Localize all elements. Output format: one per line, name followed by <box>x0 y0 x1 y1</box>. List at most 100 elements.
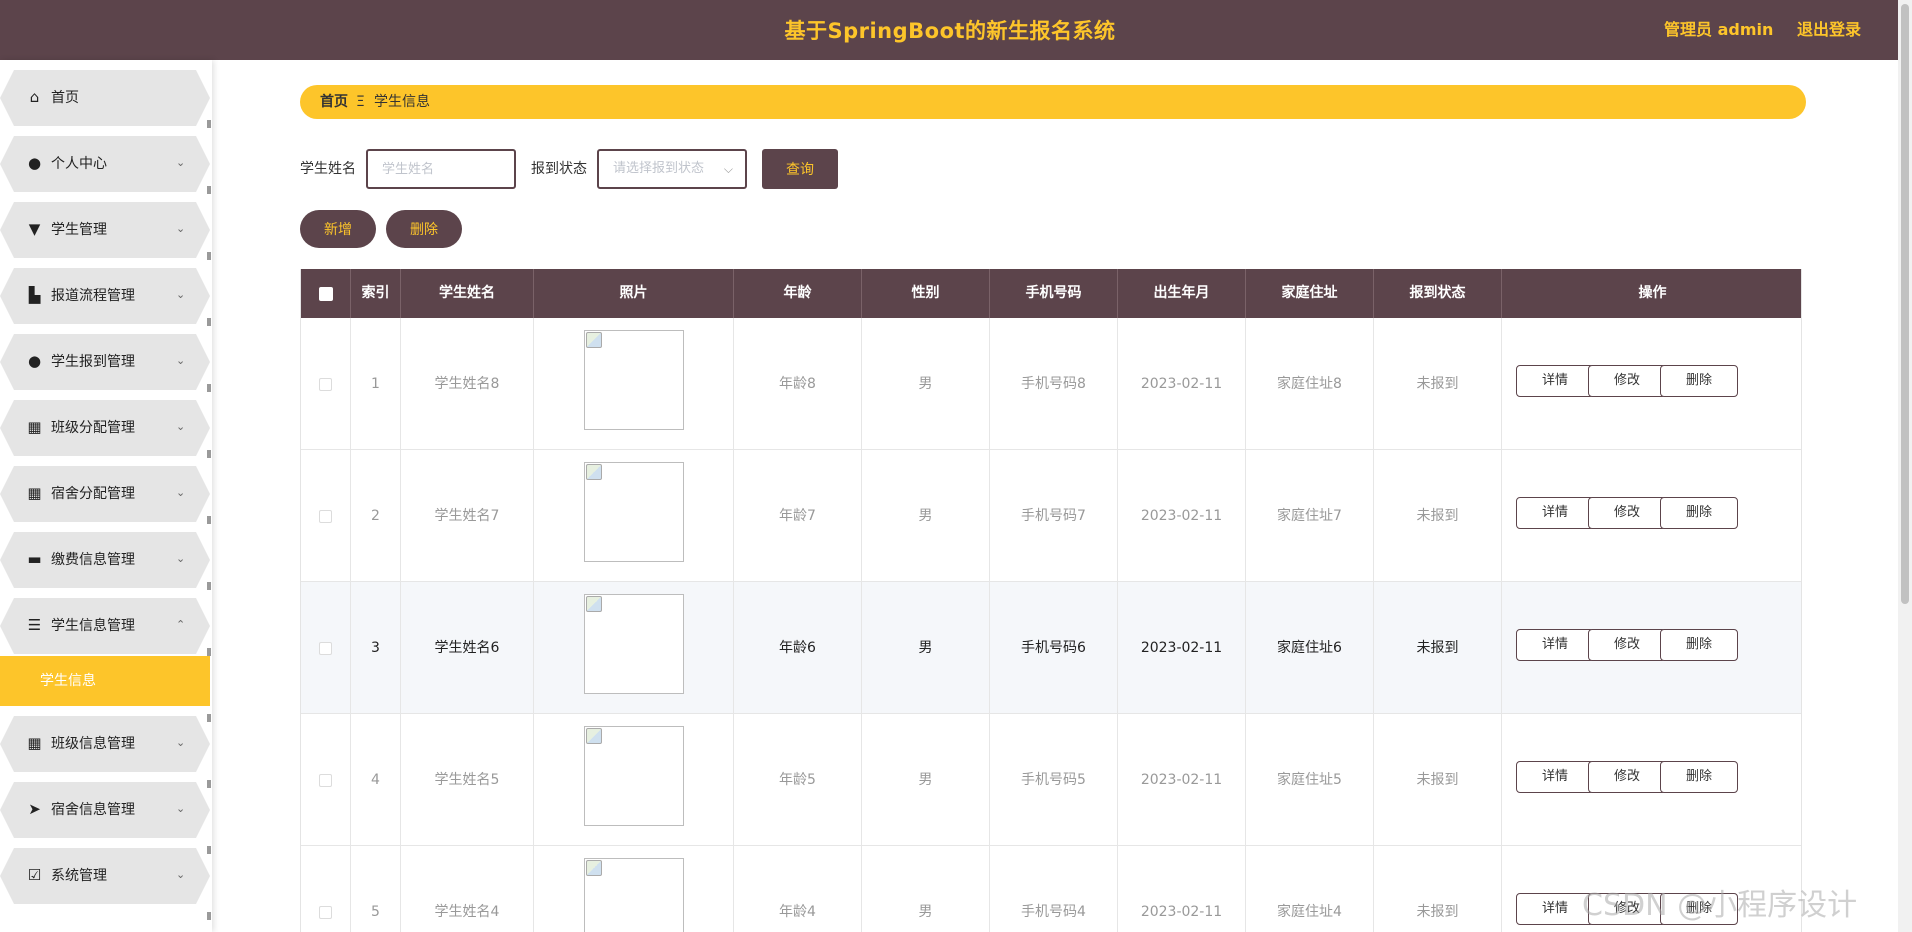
scrollbar-thumb[interactable] <box>1901 4 1909 604</box>
cell-address: 家庭住址6 <box>1246 582 1374 714</box>
home-icon: ⌂ <box>29 88 40 106</box>
table-row[interactable]: 4 学生姓名5 年龄5 男手机号码5 2023-02-11 家庭住址5 未报到 详情 修改 删除 <box>301 714 1801 846</box>
select-all-checkbox[interactable] <box>319 287 333 301</box>
edit-button[interactable]: 修改 <box>1588 629 1666 661</box>
cell-gender: 男 <box>862 450 990 582</box>
delete-button[interactable]: 删除 <box>1660 629 1738 661</box>
sidebar-item-class-info[interactable]: ▦ 班级信息管理 ⌄ <box>0 716 210 772</box>
sidebar-item-personal-center[interactable]: ● 个人中心 ⌄ <box>0 136 210 192</box>
cell-phone: 手机号码6 <box>990 582 1118 714</box>
row-select-cell <box>301 846 351 932</box>
edit-button[interactable]: 修改 <box>1588 761 1666 793</box>
broken-image-icon <box>584 594 684 694</box>
add-button[interactable]: 新增 <box>300 210 376 248</box>
cell-name: 学生姓名5 <box>401 714 534 846</box>
sidebar: ⌂ 首页 ● 个人中心 ⌄ ▼ 学生管理 ⌄ ▙ 报道流程管理 ⌄ ● 学生报到… <box>0 60 212 932</box>
row-checkbox[interactable] <box>319 509 332 523</box>
sidebar-item-label: 学生信息管理 <box>51 618 135 634</box>
row-select-cell <box>301 582 351 714</box>
row-select-cell <box>301 318 351 450</box>
edit-button[interactable]: 修改 <box>1588 497 1666 529</box>
query-button[interactable]: 查询 <box>762 149 838 189</box>
cell-phone: 手机号码7 <box>990 450 1118 582</box>
sidebar-item-label: 班级信息管理 <box>51 736 135 752</box>
chevron-down-icon: ⌄ <box>176 420 186 433</box>
sidebar-item-payment[interactable]: ▬ 缴费信息管理 ⌄ <box>0 532 210 588</box>
sidebar-item-student-report[interactable]: ● 学生报到管理 ⌄ <box>0 334 210 390</box>
student-name-input[interactable] <box>366 149 516 189</box>
broken-image-icon <box>584 330 684 430</box>
broken-image-icon <box>584 726 684 826</box>
top-header: 基于SpringBoot的新生报名系统 管理员 admin 退出登录 <box>0 0 1912 60</box>
cell-name: 学生姓名4 <box>401 846 534 932</box>
sidebar-item-dorm-info[interactable]: ➤ 宿舍信息管理 ⌄ <box>0 782 210 838</box>
detail-button[interactable]: 详情 <box>1516 365 1594 397</box>
row-checkbox[interactable] <box>319 905 332 919</box>
chevron-down-icon: ⌄ <box>176 868 186 881</box>
cell-birth: 2023-02-11 <box>1118 318 1246 450</box>
col-header-birth: 出生年月 <box>1118 269 1246 318</box>
cell-gender: 男 <box>862 714 990 846</box>
col-header-actions: 操作 <box>1638 285 1667 301</box>
row-checkbox[interactable] <box>319 641 332 655</box>
cell-index: 3 <box>351 582 401 714</box>
sidebar-item-class-assign[interactable]: ▦ 班级分配管理 ⌄ <box>0 400 210 456</box>
chevron-down-icon: ⌄ <box>176 156 186 169</box>
delete-button[interactable]: 删除 <box>1660 497 1738 529</box>
cell-address: 家庭住址7 <box>1246 450 1374 582</box>
page-scrollbar[interactable] <box>1898 0 1912 932</box>
chevron-down-icon: ⌄ <box>176 486 186 499</box>
cell-status: 未报到 <box>1374 714 1502 846</box>
logout-link[interactable]: 退出登录 <box>1797 0 1861 60</box>
app-title: 基于SpringBoot的新生报名系统 <box>784 19 1116 43</box>
sidebar-item-label: 报道流程管理 <box>51 288 135 304</box>
cell-actions: 详情 修改 删除 <box>1502 450 1801 582</box>
sidebar-item-label: 宿舍分配管理 <box>51 486 135 502</box>
detail-button[interactable]: 详情 <box>1516 761 1594 793</box>
sidebar-item-student-info[interactable]: ☰ 学生信息管理 ⌃ <box>0 598 210 654</box>
sidebar-item-dorm-assign[interactable]: ▦ 宿舍分配管理 ⌄ <box>0 466 210 522</box>
sidebar-item-home[interactable]: ⌂ 首页 <box>0 70 210 126</box>
sidebar-item-label: 班级分配管理 <box>51 420 135 436</box>
sidebar-item-system[interactable]: ☑ 系统管理 ⌄ <box>0 848 210 904</box>
cell-age: 年龄4 <box>734 846 862 932</box>
edit-button[interactable]: 修改 <box>1588 365 1666 397</box>
row-checkbox[interactable] <box>319 773 332 787</box>
sidebar-item-label: 学生管理 <box>51 222 107 238</box>
cell-status: 未报到 <box>1374 450 1502 582</box>
table-row[interactable]: 1 学生姓名8 年龄8 男手机号码8 2023-02-11 家庭住址8 未报到 详情 修改 删除 <box>301 318 1801 450</box>
sidebar-subitem-student-info[interactable]: 学生信息 <box>0 656 210 706</box>
select-all-cell <box>301 269 351 318</box>
report-status-select[interactable]: 请选择报到状态 ⌵ <box>597 149 747 189</box>
cell-index: 5 <box>351 846 401 932</box>
sidebar-item-label: 系统管理 <box>51 868 107 884</box>
breadcrumb-separator: Ξ <box>356 94 365 110</box>
table-row[interactable]: 3 学生姓名6 年龄6 男手机号码6 2023-02-11 家庭住址6 未报到 详情 修改 删除 <box>301 582 1801 714</box>
table-row[interactable]: 5 学生姓名4 年龄4 男手机号码4 2023-02-11 家庭住址4 未报到 详情 修改 删除 <box>301 846 1801 932</box>
cell-age: 年龄5 <box>734 714 862 846</box>
cell-photo <box>534 582 734 714</box>
cell-index: 1 <box>351 318 401 450</box>
grid-icon: ▦ <box>27 418 42 436</box>
detail-button[interactable]: 详情 <box>1516 629 1594 661</box>
clipboard-icon: ☑ <box>27 866 42 884</box>
cell-birth: 2023-02-11 <box>1118 450 1246 582</box>
sidebar-item-student-management[interactable]: ▼ 学生管理 ⌄ <box>0 202 210 258</box>
sidebar-item-report-flow[interactable]: ▙ 报道流程管理 ⌄ <box>0 268 210 324</box>
cell-index: 2 <box>351 450 401 582</box>
user-icon: ● <box>27 154 42 172</box>
detail-button[interactable]: 详情 <box>1516 497 1594 529</box>
delete-button[interactable]: 删除 <box>1660 761 1738 793</box>
cell-phone: 手机号码5 <box>990 714 1118 846</box>
batch-delete-button[interactable]: 删除 <box>386 210 462 248</box>
breadcrumb-current: 学生信息 <box>374 94 430 110</box>
table-row[interactable]: 2 学生姓名7 年龄7 男手机号码7 2023-02-11 家庭住址7 未报到 详情 修改 删除 <box>301 450 1801 582</box>
breadcrumb-home[interactable]: 首页 <box>320 85 348 119</box>
sidebar-item-label: 宿舍信息管理 <box>51 802 135 818</box>
watermark: CSDN @小程序设计 <box>1582 888 1858 923</box>
chevron-down-icon: ⌄ <box>176 802 186 815</box>
chevron-down-icon: ⌄ <box>176 354 186 367</box>
delete-button[interactable]: 删除 <box>1660 365 1738 397</box>
cell-actions: 详情 修改 删除 <box>1502 714 1801 846</box>
row-checkbox[interactable] <box>319 377 332 391</box>
